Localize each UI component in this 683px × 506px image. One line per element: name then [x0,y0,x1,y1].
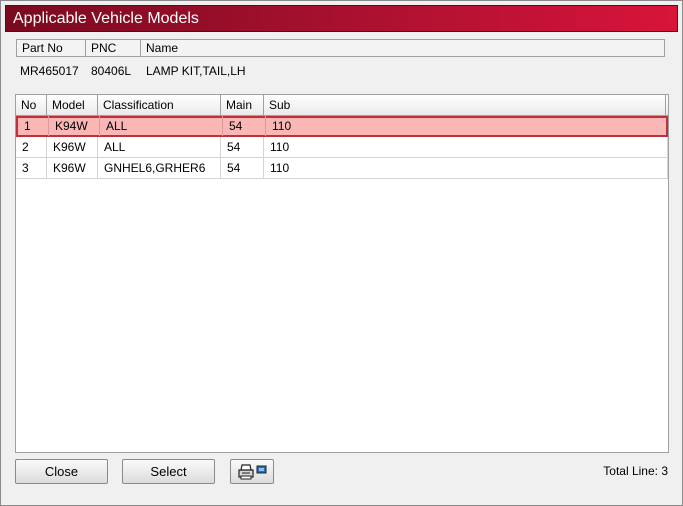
row-no: 2 [16,137,47,157]
classification-column-header[interactable]: Classification [98,95,221,115]
grid-header: No Model Classification Main Sub [16,95,668,116]
table-row[interactable]: 3 K96W GNHEL6,GRHER6 54 110 [16,158,668,179]
row-no: 1 [18,116,49,136]
total-line-count: Total Line: 3 [603,464,668,478]
part-no-value: MR465017 [20,64,79,78]
row-classification: ALL [98,137,221,157]
row-model: K96W [47,158,98,178]
row-sub: 110 [272,119,292,133]
pnc-value: 80406L [91,64,132,78]
row-main: 54 [221,158,264,178]
main-column-header[interactable]: Main [221,95,264,115]
applicable-vehicle-models-dialog: Applicable Vehicle Models Part No PNC Na… [0,0,683,506]
printer-icon [237,463,269,481]
row-model: K96W [47,137,98,157]
table-row[interactable]: 1 K94W ALL 54 110 [16,116,668,137]
window-title: Applicable Vehicle Models [13,10,199,27]
pnc-header: PNC [86,40,141,56]
table-row[interactable]: 2 K96W ALL 54 110 [16,137,668,158]
part-name-value: LAMP KIT,TAIL,LH [146,64,246,78]
sub-column-header[interactable]: Sub [264,95,666,115]
select-button[interactable]: Select [122,459,215,484]
no-column-header[interactable]: No [16,95,47,115]
row-main: 54 [221,137,264,157]
title-bar[interactable]: Applicable Vehicle Models [5,5,678,32]
row-main: 54 [223,116,266,136]
row-sub: 110 [264,158,668,178]
row-model: K94W [49,116,100,136]
name-header: Name [146,41,179,55]
close-button[interactable]: Close [15,459,108,484]
part-info-panel: Part No PNC Name MR465017 80406L LAMP KI… [13,37,669,91]
part-info-header: Part No PNC Name [16,39,665,57]
row-sub: 110 [264,137,668,157]
row-classification: GNHEL6,GRHER6 [98,158,221,178]
row-no: 3 [16,158,47,178]
model-column-header[interactable]: Model [47,95,98,115]
vehicle-models-grid[interactable]: No Model Classification Main Sub 1 K94W … [15,94,669,453]
row-classification: ALL [100,116,223,136]
part-no-header: Part No [17,40,86,56]
